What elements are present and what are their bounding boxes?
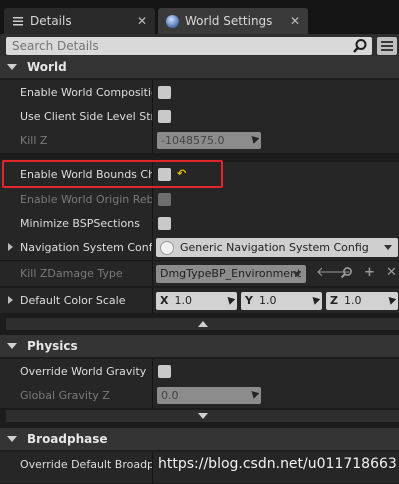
column-divider[interactable]	[152, 288, 153, 313]
highlight-box	[2, 160, 223, 188]
close-icon[interactable]: ✕	[290, 14, 300, 28]
collapse-arrow-icon	[7, 343, 17, 349]
minimize-bsp-sections-checkbox[interactable]	[158, 217, 171, 230]
kill-z-damage-type-dropdown[interactable]: DmgTypeBP_Environment	[156, 265, 306, 283]
row-use-client-side-level-streaming: Use Client Side Level Stre	[0, 104, 399, 130]
kill-z-damage-type-value: DmgTypeBP_Environment	[160, 267, 302, 280]
axis-label: Z	[330, 294, 338, 307]
axis-label: X	[160, 294, 169, 307]
property-label: Override Default Broadpha	[20, 458, 152, 471]
drag-handle-icon[interactable]	[248, 388, 260, 399]
collapse-advanced-button[interactable]	[6, 318, 399, 330]
chevron-down-icon	[293, 272, 301, 277]
property-label: Kill ZDamage Type	[20, 267, 123, 280]
chevron-down-icon	[384, 245, 392, 250]
category-broadphase-title: Broadphase	[27, 432, 108, 446]
category-broadphase[interactable]: Broadphase	[0, 428, 399, 450]
x-value: 1.0	[174, 294, 192, 307]
row-global-gravity-z: Global Gravity Z 0.0	[0, 383, 399, 409]
search-icon[interactable]	[352, 38, 368, 54]
drag-handle-icon[interactable]	[309, 294, 321, 305]
axis-label: Y	[245, 294, 253, 307]
row-kill-z-damage-type: Kill ZDamage Type DmgTypeBP_Environment …	[0, 261, 399, 287]
search-input[interactable]	[6, 37, 372, 55]
property-label: Default Color Scale	[20, 294, 126, 307]
tab-details-label: Details	[30, 14, 72, 28]
category-world[interactable]: World	[0, 56, 399, 78]
row-kill-z: Kill Z -1048575.0	[0, 128, 399, 154]
column-divider[interactable]	[152, 128, 153, 153]
property-label: Navigation System Config	[20, 241, 152, 254]
column-divider[interactable]	[152, 80, 153, 105]
expand-arrow-icon[interactable]	[8, 296, 13, 304]
property-label: Kill Z	[20, 134, 48, 147]
property-label: Enable World Origin Rebas	[20, 193, 152, 206]
property-label: Override World Gravity	[20, 365, 147, 378]
details-icon	[12, 15, 24, 27]
navigation-system-config-value: Generic Navigation System Config	[180, 241, 369, 254]
property-label: Use Client Side Level Stre	[20, 110, 152, 123]
drag-handle-icon[interactable]	[224, 294, 236, 305]
row-default-color-scale: Default Color Scale X 1.0 Y 1.0 Z 1.0	[0, 288, 399, 314]
column-divider[interactable]	[152, 104, 153, 129]
override-world-gravity-checkbox[interactable]	[158, 365, 171, 378]
clear-icon[interactable]: ✕	[386, 266, 397, 279]
collapse-arrow-icon	[7, 64, 17, 70]
add-icon[interactable]: +	[364, 266, 375, 279]
property-label: Enable World Composition	[20, 86, 152, 99]
column-divider[interactable]	[152, 452, 153, 484]
category-world-title: World	[27, 60, 67, 74]
column-divider[interactable]	[152, 187, 153, 212]
expand-arrow-icon[interactable]	[8, 243, 13, 251]
column-divider[interactable]	[152, 211, 153, 236]
row-minimize-bsp-sections: Minimize BSPSections	[0, 211, 399, 237]
tab-world-settings-label: World Settings	[185, 14, 273, 28]
column-divider[interactable]	[152, 235, 153, 260]
tab-world-settings[interactable]: World Settings ✕	[158, 8, 308, 34]
expand-advanced-button[interactable]	[6, 410, 399, 422]
close-icon[interactable]: ✕	[137, 14, 147, 28]
row-enable-world-origin-rebasing: Enable World Origin Rebas	[0, 187, 399, 213]
column-divider[interactable]	[152, 359, 153, 384]
property-label: Global Gravity Z	[20, 389, 110, 402]
search-row	[0, 34, 399, 58]
column-divider[interactable]	[152, 261, 153, 286]
collapse-arrow-icon	[7, 436, 17, 442]
property-label: Minimize BSPSections	[20, 217, 140, 230]
tab-bar: Details ✕ World Settings ✕	[0, 0, 399, 34]
enable-world-composition-checkbox[interactable]	[158, 86, 171, 99]
category-physics[interactable]: Physics	[0, 335, 399, 357]
use-client-side-level-streaming-checkbox[interactable]	[158, 110, 171, 123]
chevron-up-icon	[197, 321, 208, 327]
navigation-system-config-dropdown[interactable]: Generic Navigation System Config	[156, 238, 398, 257]
z-value: 1.0	[343, 294, 362, 307]
color-scale-x-field[interactable]: X 1.0	[156, 292, 237, 310]
drag-handle-icon[interactable]	[248, 133, 260, 144]
watermark-text: https://blog.csdn.net/u011718663	[158, 456, 397, 472]
drag-handle-icon[interactable]	[385, 294, 397, 305]
y-value: 1.0	[258, 294, 277, 307]
color-scale-z-field[interactable]: Z 1.0	[326, 292, 398, 310]
row-override-world-gravity: Override World Gravity	[0, 359, 399, 385]
global-gravity-z-value: 0.0	[161, 389, 179, 402]
view-options-icon[interactable]	[377, 37, 397, 55]
row-navigation-system-config: Navigation System Config Generic Navigat…	[0, 235, 399, 261]
global-gravity-z-field[interactable]: 0.0	[157, 387, 261, 404]
class-icon	[160, 240, 174, 255]
kill-z-value: -1048575.0	[161, 134, 225, 147]
chevron-down-icon	[197, 413, 208, 419]
column-divider[interactable]	[152, 383, 153, 408]
world-settings-panel: Details ✕ World Settings ✕ World Enable …	[0, 0, 399, 484]
browse-search-icon[interactable]	[340, 266, 353, 282]
kill-z-field[interactable]: -1048575.0	[157, 132, 261, 149]
category-physics-title: Physics	[27, 339, 78, 353]
row-enable-world-composition: Enable World Composition	[0, 80, 399, 106]
tab-details[interactable]: Details ✕	[4, 8, 155, 34]
globe-icon	[166, 14, 179, 28]
color-scale-y-field[interactable]: Y 1.0	[241, 292, 322, 310]
enable-world-origin-rebasing-checkbox[interactable]	[158, 193, 171, 206]
